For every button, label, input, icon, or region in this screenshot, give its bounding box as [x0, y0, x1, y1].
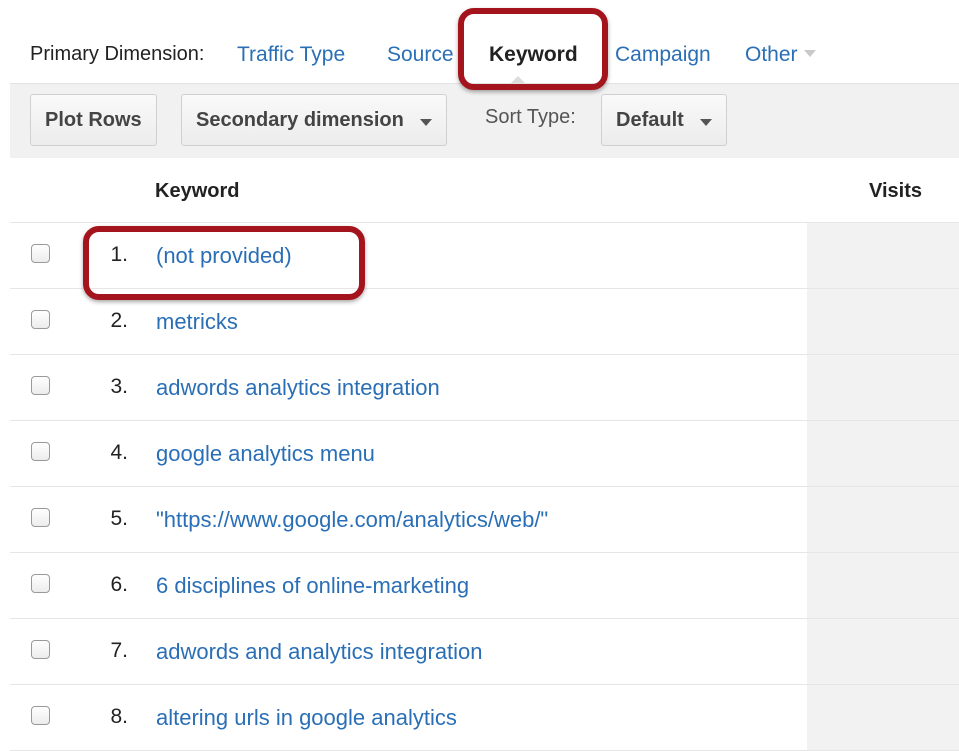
- row-number: 3.: [110, 375, 128, 398]
- keyword-link[interactable]: adwords analytics integration: [156, 375, 440, 401]
- row-number: 2.: [110, 309, 128, 332]
- dimension-other-label: Other: [745, 43, 798, 66]
- visits-cell: [807, 223, 959, 288]
- row-checkbox[interactable]: [31, 508, 50, 527]
- row-checkbox[interactable]: [31, 706, 50, 725]
- row-number: 5.: [110, 507, 128, 530]
- row-number: 6.: [110, 573, 128, 596]
- row-number: 8.: [110, 705, 128, 728]
- table-row: 2. metricks: [10, 289, 959, 355]
- sort-type-label: Sort Type:: [485, 106, 576, 128]
- keyword-table: 1. (not provided) 2. metricks 3. adwords…: [10, 223, 959, 751]
- row-checkbox[interactable]: [31, 376, 50, 395]
- visits-cell: [807, 289, 959, 354]
- dimension-traffic-type[interactable]: Traffic Type: [237, 43, 345, 67]
- keyword-link[interactable]: 6 disciplines of online-marketing: [156, 573, 469, 599]
- row-checkbox[interactable]: [31, 442, 50, 461]
- table-toolbar: Plot Rows Secondary dimension Sort Type:…: [10, 83, 959, 160]
- primary-dimension-label: Primary Dimension:: [30, 43, 205, 65]
- table-row: 5. "https://www.google.com/analytics/web…: [10, 487, 959, 553]
- plot-rows-label: Plot Rows: [45, 108, 142, 131]
- visits-cell: [807, 421, 959, 486]
- dimension-source[interactable]: Source: [387, 43, 454, 67]
- row-checkbox[interactable]: [31, 640, 50, 659]
- plot-rows-button[interactable]: Plot Rows: [30, 94, 157, 146]
- keyword-link[interactable]: adwords and analytics integration: [156, 639, 483, 665]
- secondary-dimension-label: Secondary dimension: [196, 108, 404, 131]
- table-row: 1. (not provided): [10, 223, 959, 289]
- visits-cell: [807, 487, 959, 552]
- keyword-link[interactable]: altering urls in google analytics: [156, 705, 457, 731]
- visits-cell: [807, 355, 959, 420]
- row-number: 7.: [110, 639, 128, 662]
- row-number: 1.: [110, 243, 128, 266]
- keyword-link[interactable]: google analytics menu: [156, 441, 375, 467]
- row-checkbox[interactable]: [31, 244, 50, 263]
- keyword-link[interactable]: (not provided): [156, 243, 292, 269]
- column-header-visits[interactable]: Visits: [869, 180, 922, 203]
- keyword-link[interactable]: metricks: [156, 309, 238, 335]
- primary-dimension-bar: Primary Dimension: Traffic Type Source K…: [10, 0, 959, 83]
- chevron-down-icon: [419, 118, 432, 126]
- sort-type-dropdown[interactable]: Default: [601, 94, 727, 146]
- row-checkbox[interactable]: [31, 574, 50, 593]
- row-number: 4.: [110, 441, 128, 464]
- table-row: 7. adwords and analytics integration: [10, 619, 959, 685]
- visits-cell: [807, 553, 959, 618]
- dimension-keyword[interactable]: Keyword: [489, 43, 578, 67]
- sort-type-value: Default: [616, 108, 684, 131]
- table-row: 6. 6 disciplines of online-marketing: [10, 553, 959, 619]
- table-row: 8. altering urls in google analytics: [10, 685, 959, 751]
- table-row: 3. adwords analytics integration: [10, 355, 959, 421]
- table-header: Keyword Visits: [10, 158, 959, 223]
- column-header-keyword[interactable]: Keyword: [155, 180, 239, 203]
- dimension-other[interactable]: Other: [745, 43, 816, 67]
- visits-cell: [807, 685, 959, 750]
- secondary-dimension-dropdown[interactable]: Secondary dimension: [181, 94, 447, 146]
- visits-cell: [807, 619, 959, 684]
- chevron-down-icon: [699, 118, 712, 126]
- chevron-down-icon: [803, 49, 816, 57]
- keyword-link[interactable]: "https://www.google.com/analytics/web/": [156, 507, 548, 533]
- dimension-campaign[interactable]: Campaign: [615, 43, 711, 67]
- table-row: 4. google analytics menu: [10, 421, 959, 487]
- row-checkbox[interactable]: [31, 310, 50, 329]
